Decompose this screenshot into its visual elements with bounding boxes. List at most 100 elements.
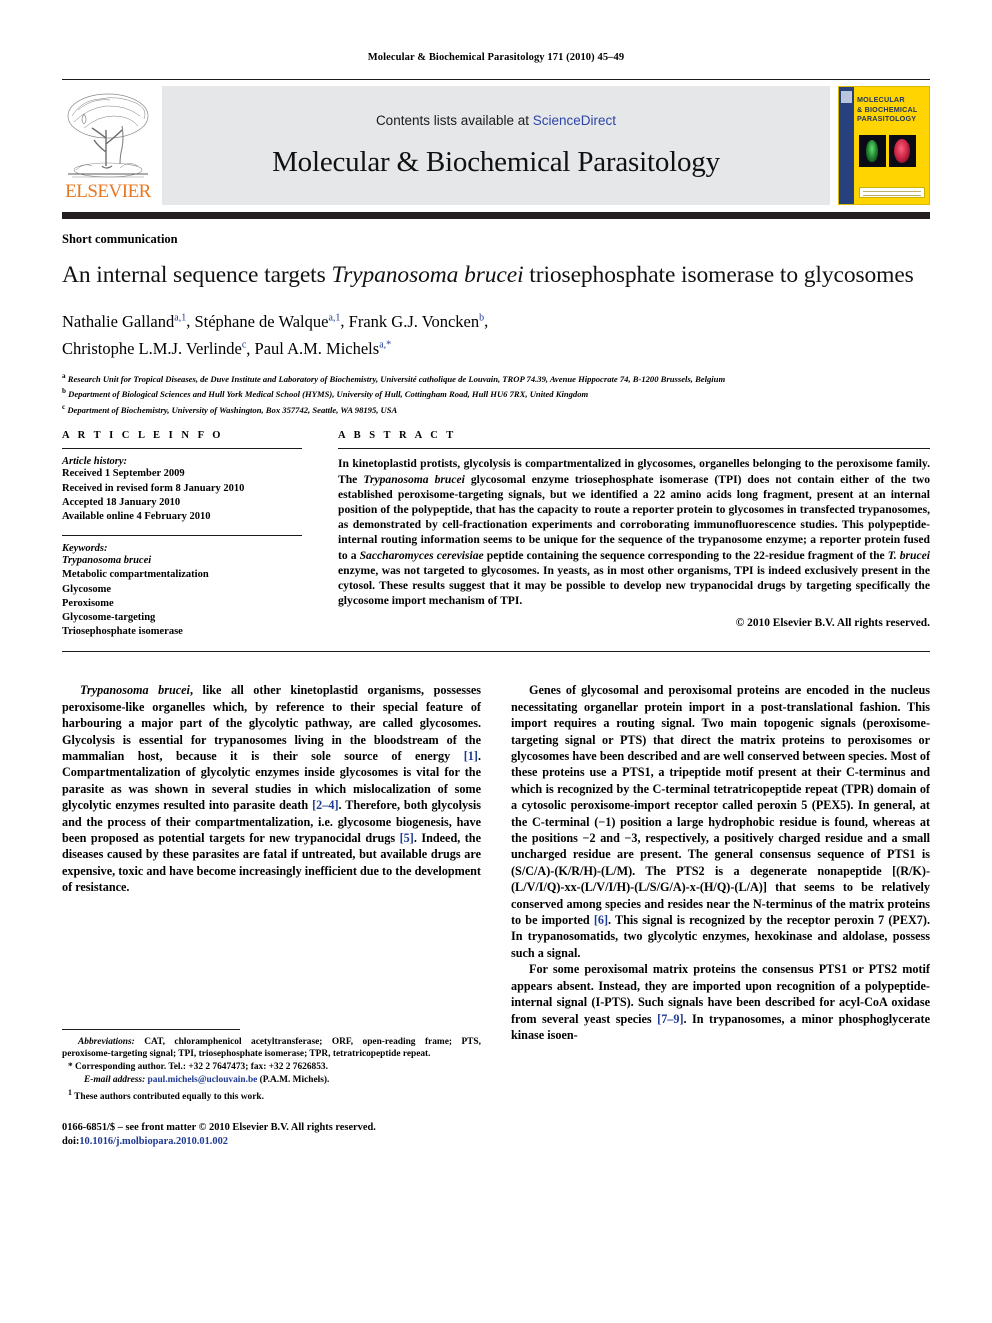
journal-banner: Contents lists available at ScienceDirec… <box>162 86 830 205</box>
footnotes-block: Abbreviations: CAT, chloramphenicol acet… <box>62 1036 481 1104</box>
author-marks: a,1 <box>174 312 187 323</box>
citation-link[interactable]: [2–4] <box>312 798 338 812</box>
keywords-label: Keywords: <box>62 543 108 555</box>
footnote-corresponding: * Corresponding author. Tel.: +32 2 7647… <box>62 1061 481 1074</box>
cover-title: MOLECULAR & BIOCHEMICAL PARASITOLOGY <box>857 95 926 124</box>
elsevier-logo: ELSEVIER <box>62 86 154 205</box>
paragraph: Genes of glycosomal and peroxisomal prot… <box>511 682 930 961</box>
doi-label: doi: <box>62 1136 80 1148</box>
history-item: Available online 4 February 2010 <box>62 510 211 522</box>
abstract-seg-4: enzyme, was not targeted to glycosomes. … <box>338 563 930 608</box>
body-columns: Trypanosoma brucei, like all other kinet… <box>62 682 930 1149</box>
paper-page: Molecular & Biochemical Parasitology 171… <box>0 0 992 1323</box>
para-seg: Genes of glycosomal and peroxisomal prot… <box>511 683 930 928</box>
affiliation-item: c Department of Biochemistry, University… <box>62 401 930 416</box>
affiliation-mark: c <box>62 402 66 411</box>
journal-title: Molecular & Biochemical Parasitology <box>272 145 720 178</box>
affiliation-text: Department of Biological Sciences and Hu… <box>68 389 589 400</box>
journal-cover-thumbnail: MOLECULAR & BIOCHEMICAL PARASITOLOGY <box>838 86 930 205</box>
author-item[interactable]: Frank G.J. Vonckenb <box>349 312 484 331</box>
keyword-item: Trypanosoma brucei <box>62 555 152 567</box>
author-marks: a,* <box>379 339 392 351</box>
author-item[interactable]: Paul A.M. Michelsa,* <box>255 339 392 358</box>
keyword-item: Triosephosphate isomerase <box>62 626 183 638</box>
title-segment-2: triosephosphate isomerase to glycosomes <box>523 262 914 288</box>
sciencedirect-link[interactable]: ScienceDirect <box>533 113 616 128</box>
article-history-label: Article history: <box>62 456 128 468</box>
author-item[interactable]: Christophe L.M.J. Verlindec <box>62 339 246 358</box>
abstract-seg-3: peptide containing the sequence correspo… <box>483 548 888 562</box>
abstract-body: In kinetoplastid protists, glycolysis is… <box>338 448 930 629</box>
article-info-heading: A R T I C L E I N F O <box>62 430 224 442</box>
affiliation-mark: b <box>62 387 66 396</box>
cover-image-red <box>889 134 916 167</box>
title-segment-1: An internal sequence targets <box>62 262 332 288</box>
doi-link[interactable]: 10.1016/j.molbiopara.2010.01.002 <box>79 1136 228 1147</box>
article-history-block: Article history: Received 1 September 20… <box>62 448 302 524</box>
cover-title-line1: MOLECULAR <box>857 95 905 104</box>
citation-link[interactable]: [1] <box>464 749 478 763</box>
para-species: Trypanosoma brucei <box>80 683 190 698</box>
author-name: Paul A.M. Michels <box>254 339 380 358</box>
keyword-item: Metabolic compartmentalization <box>62 569 209 581</box>
cover-image-green <box>859 134 886 167</box>
journal-masthead: ELSEVIER Contents lists available at Sci… <box>62 79 930 205</box>
abstract-copyright: © 2010 Elsevier B.V. All rights reserved… <box>735 617 930 630</box>
running-head: Molecular & Biochemical Parasitology 171… <box>367 52 625 63</box>
contents-available-line: Contents lists available at ScienceDirec… <box>376 113 616 128</box>
author-marks: c <box>241 339 247 351</box>
body-column-right: Genes of glycosomal and peroxisomal prot… <box>511 682 930 1149</box>
cover-microscopy-images <box>859 134 929 167</box>
citation-link[interactable]: [5] <box>400 831 414 845</box>
cover-title-line2: & BIOCHEMICAL <box>857 104 918 114</box>
footnote-abbreviations: Abbreviations: CAT, chloramphenicol acet… <box>62 1036 481 1062</box>
history-item: Received in revised form 8 January 2010 <box>62 482 245 494</box>
page-title: An internal sequence targets Trypanosoma… <box>62 260 930 291</box>
title-species: Trypanosoma brucei <box>331 262 524 288</box>
author-name: Nathalie Galland <box>62 311 175 331</box>
footnote-rule <box>62 1028 240 1030</box>
cover-footer-strip <box>859 187 925 198</box>
article-type: Short communication <box>62 232 178 246</box>
abstract-species-2: Saccharomyces cerevisiae <box>359 548 484 562</box>
abstract-species-1: Trypanosoma brucei <box>363 472 465 486</box>
keyword-item: Glycosome-targeting <box>62 611 156 623</box>
email-suffix: (P.A.M. Michels). <box>257 1075 330 1086</box>
author-marks: b <box>479 312 485 323</box>
affiliation-text: Department of Biochemistry, University o… <box>67 404 398 415</box>
author-name: Stéphane de Walque <box>194 311 329 331</box>
masthead-divider <box>62 212 930 219</box>
keywords-block: Keywords: Trypanosoma brucei Metabolic c… <box>62 535 302 639</box>
abstract-species-3: T. brucei <box>887 548 930 562</box>
cover-title-line3: PARASITOLOGY <box>857 114 917 123</box>
author-name: Frank G.J. Voncken <box>348 311 480 331</box>
affiliation-text: Research Unit for Tropical Diseases, de … <box>67 373 726 384</box>
imprint-line: 0166-6851/$ – see front matter © 2010 El… <box>62 1121 376 1133</box>
affiliation-item: a Research Unit for Tropical Diseases, d… <box>62 370 930 385</box>
author-item[interactable]: Nathalie Gallanda,1 <box>62 312 186 331</box>
keyword-item: Peroxisome <box>62 597 114 609</box>
abstract-text: In kinetoplastid protists, glycolysis is… <box>338 456 930 608</box>
history-item: Received 1 September 2009 <box>62 468 185 480</box>
doi-line: doi:10.1016/j.molbiopara.2010.01.002 <box>62 1135 481 1149</box>
citation-link[interactable]: [6] <box>594 913 608 927</box>
imprint-block: 0166-6851/$ – see front matter © 2010 El… <box>62 1121 481 1150</box>
author-name: Christophe L.M.J. Verlinde <box>62 339 242 358</box>
paragraph: Trypanosoma brucei, like all other kinet… <box>62 682 481 895</box>
cover-logo-icon <box>841 91 852 103</box>
column-spacer <box>62 896 481 1016</box>
affiliation-list: a Research Unit for Tropical Diseases, d… <box>62 370 930 416</box>
info-abstract-region: A R T I C L E I N F O Article history: R… <box>62 430 930 639</box>
abbreviations-label: Abbreviations: <box>78 1036 135 1047</box>
abstract-column: A B S T R A C T In kinetoplastid protist… <box>338 430 930 639</box>
author-marks: a,1 <box>328 312 341 323</box>
author-item[interactable]: Stéphane de Walquea,1 <box>194 312 340 331</box>
history-item: Accepted 18 January 2010 <box>62 496 181 508</box>
elsevier-tree-icon <box>62 86 154 182</box>
citation-link[interactable]: [7–9] <box>657 1012 683 1026</box>
abstract-heading: A B S T R A C T <box>338 430 457 442</box>
body-column-left: Trypanosoma brucei, like all other kinet… <box>62 682 481 1149</box>
footnote-equal-contribution: 1 These authors contributed equally to t… <box>62 1087 481 1104</box>
paragraph: For some peroxisomal matrix proteins the… <box>511 961 930 1043</box>
email-link[interactable]: paul.michels@uclouvain.be <box>148 1075 258 1085</box>
